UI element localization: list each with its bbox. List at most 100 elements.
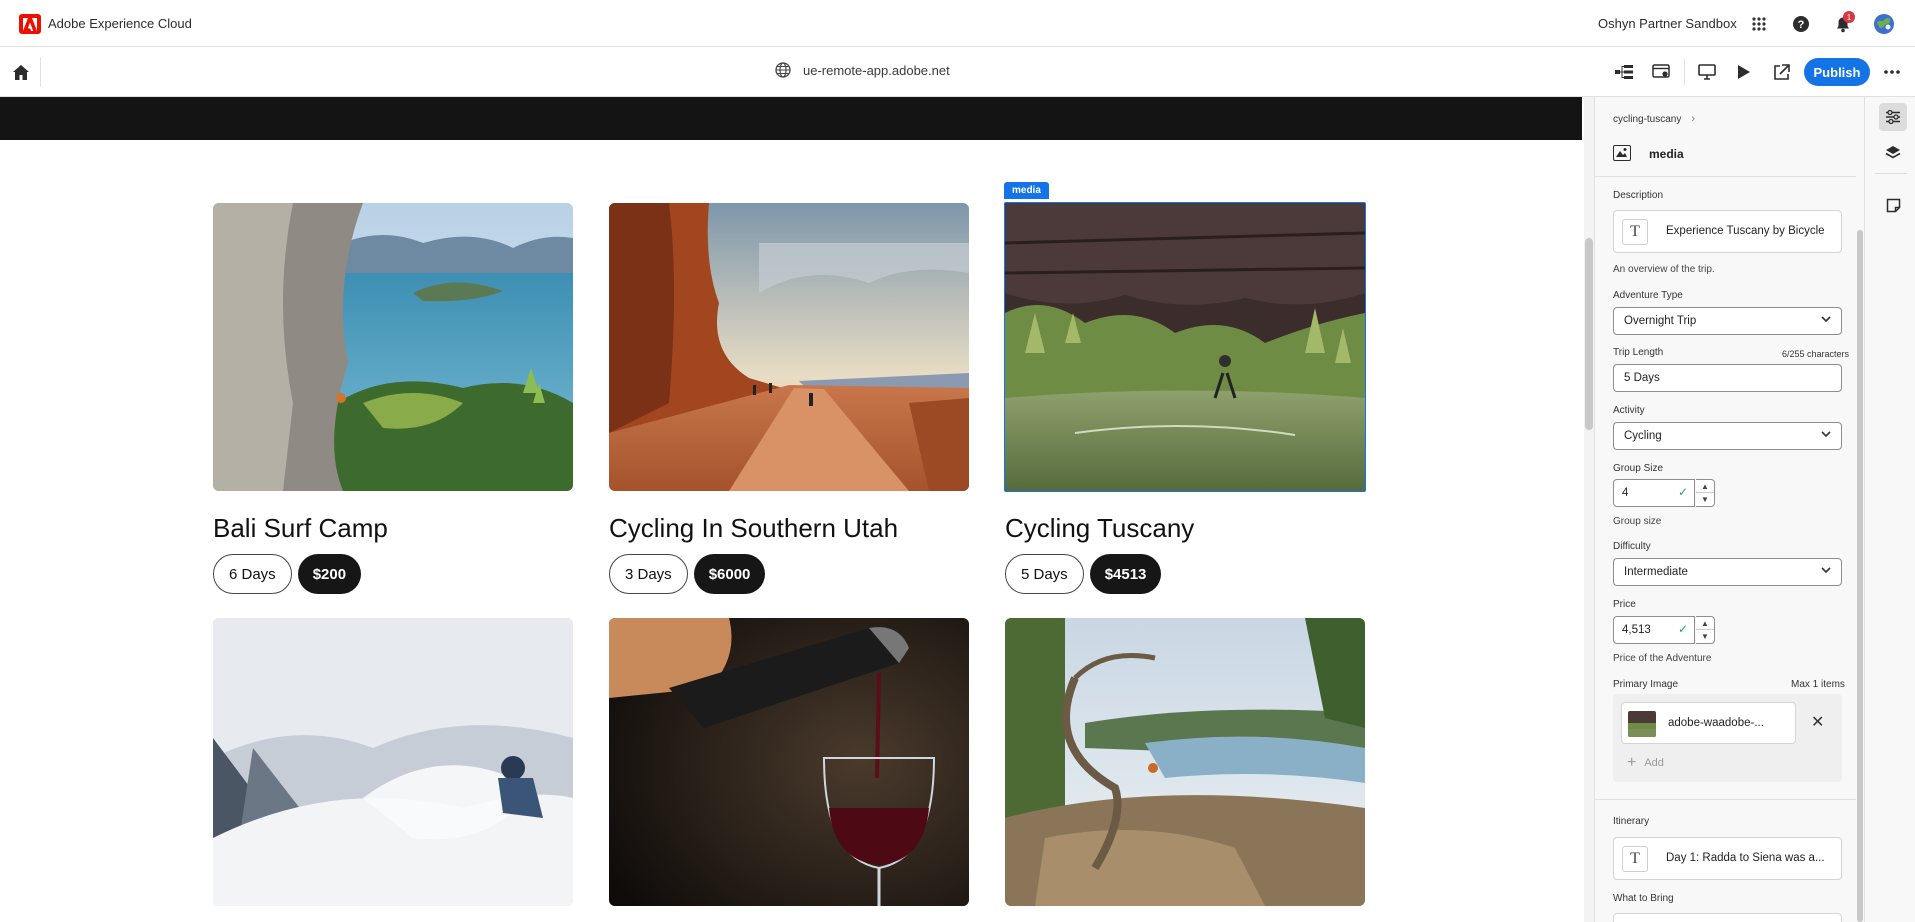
trip-length-label: Trip Length: [1613, 347, 1664, 358]
global-header: Adobe Experience Cloud Oshyn Partner San…: [0, 0, 1915, 47]
adventure-card[interactable]: Cycling In Southern Utah 3 Days $6000: [609, 203, 969, 594]
org-switcher[interactable]: Oshyn Partner Sandbox: [1598, 16, 1737, 31]
price-input[interactable]: 4,513 ✓: [1613, 616, 1695, 644]
group-size-stepper[interactable]: ▲ ▼: [1696, 479, 1715, 507]
card-title[interactable]: Cycling Tuscany: [1005, 513, 1365, 544]
emulator-settings-icon[interactable]: [1649, 60, 1673, 84]
annotation-icon: [1886, 198, 1900, 212]
image-icon: [1613, 145, 1631, 161]
itinerary-label: Itinerary: [1613, 816, 1650, 827]
help-icon[interactable]: ?: [1790, 13, 1812, 35]
remove-asset-close-icon[interactable]: ✕: [1811, 712, 1824, 732]
card-title[interactable]: Cycling In Southern Utah: [609, 513, 969, 544]
description-value: Experience Tuscany by Bicycle: [1666, 225, 1825, 237]
description-label: Description: [1613, 190, 1664, 201]
group-size-input[interactable]: 4 ✓: [1613, 479, 1695, 507]
adventure-type-value: Overnight Trip: [1624, 315, 1697, 327]
home-icon: [13, 64, 29, 80]
card-image[interactable]: [609, 203, 969, 491]
activity-select[interactable]: Cycling: [1613, 422, 1842, 450]
text-type-icon: T: [1622, 219, 1648, 245]
open-in-new-window-icon[interactable]: [1769, 60, 1793, 84]
price-chip: $200: [297, 554, 362, 594]
price-stepper[interactable]: ▲ ▼: [1696, 616, 1715, 644]
add-asset-button[interactable]: + Add: [1627, 754, 1664, 772]
layers-tab[interactable]: [1879, 139, 1907, 167]
url-text: ue-remote-app.adobe.net: [803, 62, 950, 78]
price-chip: $6000: [693, 554, 766, 594]
price-value: 4,513: [1622, 624, 1651, 636]
globe-icon: [775, 62, 791, 78]
what-to-bring-richtext-field[interactable]: [1613, 913, 1842, 922]
canvas-scrollbar-thumb[interactable]: [1585, 238, 1593, 430]
canvas-scrollbar[interactable]: [1584, 97, 1594, 922]
publish-button[interactable]: Publish: [1804, 58, 1870, 86]
component-name: media: [1649, 147, 1684, 161]
itinerary-richtext-field[interactable]: T Day 1: Radda to Siena was a...: [1613, 837, 1842, 880]
card-image[interactable]: [213, 618, 573, 906]
adventure-card[interactable]: [1005, 618, 1365, 906]
increment-icon[interactable]: ▲: [1696, 480, 1714, 493]
decrement-icon[interactable]: ▼: [1696, 630, 1714, 643]
chevron-down-icon: [1821, 316, 1831, 323]
url-display[interactable]: ue-remote-app.adobe.net: [775, 62, 950, 78]
description-helper-text: An overview of the trip.: [1613, 264, 1715, 275]
valid-checkmark-icon: ✓: [1677, 485, 1688, 499]
sliders-icon: [1886, 110, 1900, 124]
properties-tab[interactable]: [1879, 103, 1907, 131]
app-title[interactable]: Adobe Experience Cloud: [48, 16, 192, 31]
adventure-card[interactable]: Bali Surf Camp 6 Days $200: [213, 203, 573, 594]
description-richtext-field[interactable]: T Experience Tuscany by Bicycle: [1613, 210, 1842, 253]
adventure-card[interactable]: [213, 618, 573, 906]
preview-play-icon[interactable]: [1732, 60, 1756, 84]
add-label: Add: [1644, 757, 1664, 769]
group-size-helper-text: Group size: [1613, 516, 1662, 527]
annotations-tab[interactable]: [1879, 191, 1907, 219]
adventure-type-select[interactable]: Overnight Trip: [1613, 307, 1842, 335]
price-helper-text: Price of the Adventure: [1613, 653, 1712, 664]
difficulty-label: Difficulty: [1613, 541, 1651, 552]
desktop-preview-icon[interactable]: [1695, 60, 1719, 84]
breadcrumb[interactable]: cycling-tuscany ›: [1613, 113, 1695, 125]
trip-length-value: 5 Days: [1624, 372, 1660, 384]
increment-icon[interactable]: ▲: [1696, 617, 1714, 630]
what-to-bring-label: What to Bring: [1613, 893, 1674, 904]
card-image[interactable]: [213, 203, 573, 491]
card-image[interactable]: [609, 618, 969, 906]
adobe-logo-icon[interactable]: [19, 14, 41, 34]
group-size-value: 4: [1622, 487, 1629, 499]
difficulty-select[interactable]: Intermediate: [1613, 558, 1842, 586]
text-type-icon: T: [1622, 846, 1648, 872]
notifications-bell-icon[interactable]: 1: [1832, 11, 1855, 35]
adventure-type-label: Adventure Type: [1613, 290, 1683, 301]
selected-component-tag[interactable]: media: [1004, 182, 1049, 199]
panel-scrollbar-thumb[interactable]: [1857, 230, 1863, 922]
chevron-right-icon: ›: [1691, 113, 1696, 125]
primary-image-reference: adobe-waadobe-... ✕ + Add: [1613, 694, 1842, 782]
card-image[interactable]: [1005, 618, 1365, 906]
valid-checkmark-icon: ✓: [1677, 622, 1688, 636]
component-tree-icon[interactable]: [1612, 60, 1636, 84]
more-options-icon[interactable]: [1880, 60, 1904, 84]
card-image[interactable]: [1005, 203, 1365, 491]
user-avatar[interactable]: [1873, 13, 1895, 35]
itinerary-value: Day 1: Radda to Siena was a...: [1666, 852, 1825, 864]
card-title[interactable]: Bali Surf Camp: [213, 513, 573, 544]
adventure-card-selected[interactable]: Cycling Tuscany 5 Days $4513: [1005, 203, 1365, 594]
asset-item[interactable]: adobe-waadobe-...: [1621, 702, 1796, 744]
notification-count-badge: 1: [1843, 11, 1855, 23]
toolbar-divider: [1684, 59, 1685, 85]
price-label: Price: [1613, 599, 1636, 610]
home-button[interactable]: [8, 59, 34, 85]
page-canvas: Bali Surf Camp 6 Days $200 Cycling In So…: [0, 97, 1582, 922]
layers-icon: [1885, 146, 1901, 159]
properties-panel: cycling-tuscany › media Description T Ex…: [1594, 97, 1856, 922]
trip-length-input[interactable]: 5 Days: [1613, 364, 1842, 392]
asset-thumbnail: [1628, 711, 1656, 737]
breadcrumb-item[interactable]: cycling-tuscany: [1613, 114, 1681, 125]
decrement-icon[interactable]: ▼: [1696, 493, 1714, 506]
adventure-card[interactable]: [609, 618, 969, 906]
group-size-label: Group Size: [1613, 463, 1664, 474]
app-switcher-icon[interactable]: [1748, 13, 1770, 35]
trip-length-chip: 5 Days: [1005, 554, 1084, 594]
